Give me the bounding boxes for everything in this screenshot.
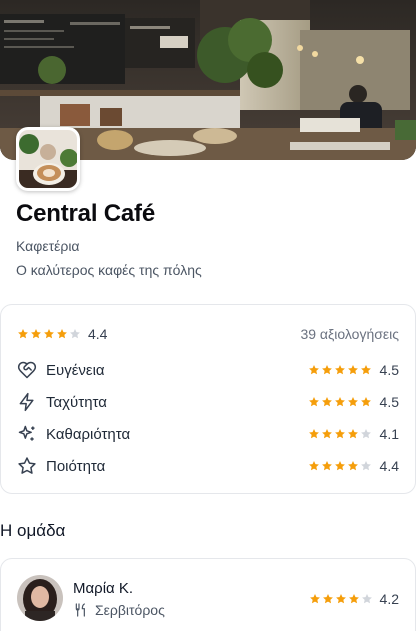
cafe-category: Καφετέρια [16, 238, 80, 254]
star-filled-icon [348, 365, 358, 375]
metric-quality: Ποιότητα 4.4 [17, 454, 399, 478]
metric-value: 4.5 [379, 362, 399, 378]
star-filled-icon [322, 429, 332, 439]
member-stars [309, 593, 374, 605]
star-filled-icon [309, 365, 319, 375]
star-filled-icon [348, 594, 359, 604]
cafe-tagline: Ο καλύτερος καφές της πόλης [16, 262, 202, 278]
member-role: Σερβιτόρος [73, 602, 165, 618]
star-filled-icon [361, 397, 371, 407]
metric-stars [308, 396, 373, 408]
avatar [17, 575, 63, 621]
star-empty-icon [361, 594, 372, 604]
member-role-label: Σερβιτόρος [95, 602, 165, 618]
review-count[interactable]: 39 αξιολογήσεις [300, 326, 399, 342]
star-filled-icon [335, 365, 345, 375]
star-filled-icon [322, 594, 333, 604]
metric-cleanliness: Καθαριότητα 4.1 [17, 422, 399, 446]
cafe-name: Central Café [16, 200, 155, 227]
star-filled-icon [309, 397, 319, 407]
star-filled-icon [348, 429, 358, 439]
heart-handshake-icon [17, 360, 37, 380]
star-filled-icon [348, 461, 358, 471]
star-filled-icon [309, 461, 319, 471]
star-filled-icon [309, 594, 320, 604]
star-filled-icon [322, 461, 332, 471]
star-filled-icon [322, 397, 332, 407]
metric-stars [308, 364, 373, 376]
team-section-title: Η ομάδα [0, 521, 66, 540]
metric-value: 4.1 [379, 426, 399, 442]
metric-value: 4.5 [379, 394, 399, 410]
star-empty-icon [361, 429, 371, 439]
star-filled-icon [309, 429, 319, 439]
star-filled-icon [335, 429, 345, 439]
metric-label: Καθαριότητα [46, 425, 131, 443]
member-rating: 4.2 [309, 591, 399, 607]
metric-stars [308, 428, 373, 440]
star-empty-icon [70, 329, 80, 339]
star-outline-icon [17, 456, 37, 476]
metric-label: Ποιότητα [46, 457, 106, 475]
star-filled-icon [335, 461, 345, 471]
metric-label: Ευγένεια [46, 361, 105, 379]
fork-knife-icon [73, 602, 89, 618]
star-filled-icon [31, 329, 41, 339]
metric-label: Ταχύτητα [46, 393, 107, 411]
star-filled-icon [361, 365, 371, 375]
star-filled-icon [322, 365, 332, 375]
member-rating-value: 4.2 [379, 591, 399, 607]
sparkles-icon [17, 424, 37, 444]
metric-speed: Ταχύτητα 4.5 [17, 390, 399, 414]
metric-stars [308, 460, 373, 472]
team-member-card[interactable]: Μαρία Κ. Σερβιτόρος 4.2 [0, 558, 416, 631]
overall-rating-value: 4.4 [88, 326, 108, 342]
overall-rating: 4.4 [17, 326, 107, 342]
star-filled-icon [335, 397, 345, 407]
ratings-card: 4.4 39 αξιολογήσεις Ευγένεια 4.5 Ταχύτητ… [0, 304, 416, 494]
star-filled-icon [348, 397, 358, 407]
cafe-logo [16, 127, 80, 191]
metric-courtesy: Ευγένεια 4.5 [17, 358, 399, 382]
star-empty-icon [361, 461, 371, 471]
star-filled-icon [335, 594, 346, 604]
star-filled-icon [44, 329, 54, 339]
star-filled-icon [18, 329, 28, 339]
lightning-icon [17, 392, 37, 412]
star-filled-icon [57, 329, 67, 339]
overall-stars [17, 328, 82, 340]
member-name: Μαρία Κ. [73, 580, 134, 597]
metric-value: 4.4 [379, 458, 399, 474]
